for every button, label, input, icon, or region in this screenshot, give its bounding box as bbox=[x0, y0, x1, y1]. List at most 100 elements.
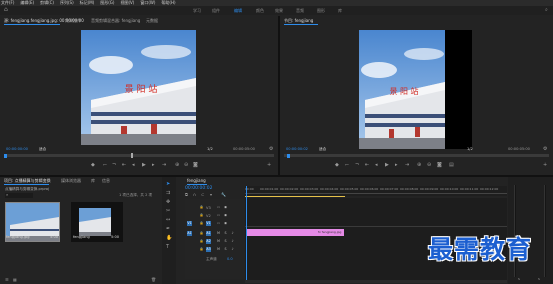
sync-lock-icon[interactable]: ▭ bbox=[216, 221, 221, 226]
nest-icon[interactable]: ⧉ bbox=[185, 192, 188, 197]
lock-icon[interactable]: 🔒 bbox=[199, 239, 204, 244]
workspace-editing[interactable]: 编辑 bbox=[234, 8, 242, 14]
timeline-clip[interactable]: fx fengjiang.jpg bbox=[246, 229, 344, 236]
work-area-bar[interactable] bbox=[245, 196, 345, 197]
timeline-timecode[interactable]: 00:00:00:02 bbox=[185, 186, 212, 191]
workspace-assembly[interactable]: 组件 bbox=[212, 8, 220, 14]
workspace-audio[interactable]: 音频 bbox=[296, 8, 304, 14]
program-step-back-icon[interactable]: ◂ bbox=[375, 162, 378, 168]
home-icon[interactable]: ⌂ bbox=[4, 6, 8, 13]
linked-selection-icon[interactable]: ⊂ bbox=[201, 192, 204, 197]
program-timecode[interactable]: 00:00:00:02 bbox=[286, 147, 308, 151]
program-play-icon[interactable]: ▶ bbox=[385, 162, 389, 168]
program-settings-icon[interactable]: ⚙ bbox=[543, 146, 547, 152]
mark-in-icon[interactable]: ◆ bbox=[91, 162, 95, 168]
solo-button[interactable]: S bbox=[223, 239, 228, 244]
go-to-out-icon[interactable]: ⇥ bbox=[162, 162, 166, 168]
search-icon[interactable]: ⌕ bbox=[545, 7, 548, 13]
sync-lock-icon[interactable]: ▭ bbox=[216, 213, 221, 218]
extract-icon[interactable]: ⊖ bbox=[427, 162, 431, 168]
program-mark-out-icon[interactable]: ⌐ bbox=[345, 162, 349, 168]
workspace-effects[interactable]: 效果 bbox=[275, 8, 283, 14]
lock-icon[interactable]: 🔒 bbox=[199, 213, 204, 218]
program-go-to-out-icon[interactable]: ⇥ bbox=[405, 162, 409, 168]
track-select-tool-icon[interactable]: ⇉ bbox=[166, 190, 170, 196]
microphone-icon[interactable]: ♪ bbox=[230, 247, 235, 252]
microphone-icon[interactable]: ♪ bbox=[230, 239, 235, 244]
pen-tool-icon[interactable]: ✒ bbox=[166, 226, 170, 232]
program-go-to-in-icon[interactable]: ⇤ bbox=[365, 162, 369, 168]
mute-button[interactable]: M bbox=[216, 247, 221, 252]
tab-libraries[interactable]: 库 bbox=[91, 178, 95, 184]
time-ruler[interactable]: 00:00 00:00:01:00 00:00:02:00 00:00:03:0… bbox=[245, 186, 507, 196]
workspace-libraries[interactable]: 库 bbox=[338, 8, 342, 14]
project-search-input[interactable] bbox=[5, 193, 33, 198]
source-add-button-icon[interactable]: + bbox=[267, 162, 271, 168]
track-target-a1[interactable]: A1 bbox=[187, 231, 192, 236]
mute-button[interactable]: M bbox=[216, 239, 221, 244]
lock-icon[interactable]: 🔒 bbox=[199, 247, 204, 252]
comparison-view-icon[interactable]: ▤ bbox=[449, 162, 454, 168]
program-playhead[interactable] bbox=[287, 154, 290, 158]
program-scrubber[interactable] bbox=[284, 154, 549, 157]
workspace-learn[interactable]: 学习 bbox=[193, 8, 201, 14]
program-mark-in-icon[interactable]: ◆ bbox=[335, 162, 339, 168]
source-resolution-select[interactable]: 1/2 bbox=[207, 147, 213, 151]
tab-metadata[interactable]: 元数据 bbox=[146, 18, 158, 24]
eye-icon[interactable]: ◉ bbox=[223, 205, 228, 210]
tab-effect-controls[interactable]: 效果控件 bbox=[65, 18, 81, 24]
eye-icon[interactable]: ◉ bbox=[223, 213, 228, 218]
timeline-settings-icon[interactable]: 🔧 bbox=[221, 192, 226, 197]
overwrite-icon[interactable]: ⊖ bbox=[184, 162, 188, 168]
track-label-a3[interactable]: A3 bbox=[206, 247, 211, 252]
track-label-a2[interactable]: A2 bbox=[206, 239, 211, 244]
slip-tool-icon[interactable]: ↔ bbox=[166, 217, 170, 223]
program-export-frame-icon[interactable]: ◙ bbox=[437, 162, 442, 168]
lock-icon[interactable]: 🔒 bbox=[199, 205, 204, 210]
source-playhead[interactable] bbox=[4, 154, 7, 158]
razor-tool-icon[interactable]: ✂ bbox=[166, 208, 170, 214]
track-target-v3[interactable] bbox=[187, 205, 192, 210]
lock-icon[interactable]: 🔒 bbox=[199, 231, 204, 236]
microphone-icon[interactable]: ♪ bbox=[230, 231, 235, 236]
list-view-icon[interactable]: ☰ bbox=[5, 277, 9, 282]
step-forward-icon[interactable]: ▸ bbox=[152, 162, 155, 168]
go-to-in-icon[interactable]: ⇤ bbox=[122, 162, 126, 168]
hand-tool-icon[interactable]: ✋ bbox=[166, 235, 172, 241]
lift-icon[interactable]: ⊕ bbox=[417, 162, 421, 168]
timeline-playhead[interactable] bbox=[246, 186, 247, 280]
mark-out-icon[interactable]: ⌐ bbox=[103, 162, 107, 168]
master-volume-value[interactable]: 0.0 bbox=[227, 257, 233, 261]
source-timecode[interactable]: 00:00:00:00 bbox=[6, 147, 28, 151]
selection-tool-icon[interactable]: ➤ bbox=[166, 181, 170, 187]
track-label-v1[interactable]: V1 bbox=[206, 221, 211, 226]
tab-media-browser[interactable]: 媒体浏览器 bbox=[61, 178, 81, 184]
workspace-color[interactable]: 颜色 bbox=[256, 8, 264, 14]
solo-right-button[interactable]: S bbox=[538, 277, 540, 281]
tab-timeline[interactable]: fengjiang bbox=[187, 178, 206, 183]
solo-button[interactable]: S bbox=[223, 247, 228, 252]
step-back-icon[interactable]: ◂ bbox=[132, 162, 135, 168]
workspace-graphics[interactable]: 图形 bbox=[317, 8, 325, 14]
add-marker-icon[interactable]: ▾ bbox=[210, 192, 212, 197]
type-tool-icon[interactable]: T bbox=[166, 244, 169, 250]
eye-icon[interactable]: ◉ bbox=[223, 221, 228, 226]
mark-out-icon-2[interactable]: ¬ bbox=[112, 162, 116, 168]
trash-icon[interactable]: 🗑 bbox=[151, 277, 156, 282]
export-frame-icon[interactable]: ◙ bbox=[193, 162, 198, 168]
program-mark-out-icon-2[interactable]: ¬ bbox=[355, 162, 359, 168]
mute-button[interactable]: M bbox=[216, 231, 221, 236]
program-fit-select[interactable]: 适合 bbox=[319, 147, 326, 152]
icon-view-icon[interactable]: ▦ bbox=[13, 277, 17, 282]
program-add-button-icon[interactable]: + bbox=[543, 162, 547, 168]
source-fit-select[interactable]: 适合 bbox=[39, 147, 46, 152]
program-resolution-select[interactable]: 1/2 bbox=[467, 147, 473, 151]
lock-icon[interactable]: 🔒 bbox=[199, 221, 204, 226]
insert-icon[interactable]: ⊕ bbox=[175, 162, 179, 168]
track-label-a1[interactable]: A1 bbox=[206, 231, 211, 236]
sync-lock-icon[interactable]: ▭ bbox=[216, 205, 221, 210]
solo-left-button[interactable]: S bbox=[518, 277, 520, 281]
snap-icon[interactable]: ∩ bbox=[193, 192, 196, 197]
program-step-forward-icon[interactable]: ▸ bbox=[395, 162, 398, 168]
solo-button[interactable]: S bbox=[223, 231, 228, 236]
